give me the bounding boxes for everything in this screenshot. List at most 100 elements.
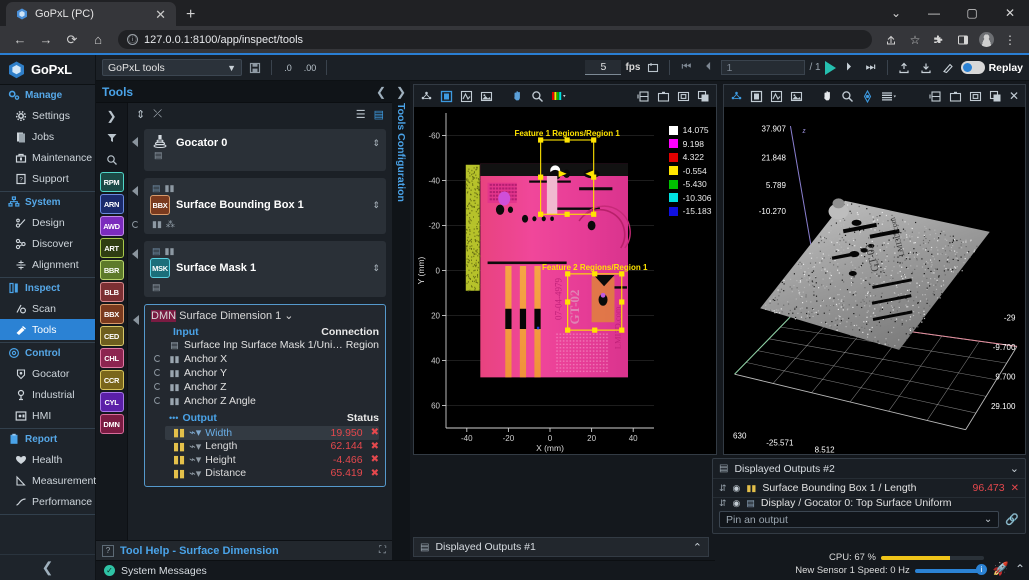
sidebar-item-support[interactable]: ? Support [0,168,95,189]
pin-icon[interactable]: ⇵ [719,483,727,494]
window-maximize-icon[interactable]: ▢ [953,0,991,26]
card-view-icon[interactable]: ▤ [374,108,384,121]
url-input[interactable]: ⓘ 127.0.0.1:8100/app/inspect/tools [118,30,872,49]
heightmap-icon[interactable] [440,90,453,103]
node-collapse-icon[interactable]: ⌄ [284,310,293,322]
link-icon[interactable]: 🔗 [1005,513,1019,526]
info-icon[interactable]: i [976,564,987,575]
tool-help-expand-icon[interactable]: ⛶ [379,545,386,556]
palette-chip-awd[interactable]: AWD [100,216,124,236]
back-icon[interactable]: ← [8,28,32,52]
profile-icon[interactable] [770,90,783,103]
filter-icon[interactable]: ⌁▾ [189,426,201,439]
loop-icon[interactable] [644,59,662,77]
sidebar-item-design[interactable]: Design [0,212,95,233]
decimal-0-icon[interactable]: .0 [279,59,297,77]
first-frame-icon[interactable]: ⏮ [677,59,695,77]
tool-node-surface-bounding-box[interactable]: ▤ ▮▮ BBX Surface Bounding Box 1 ⇕ [144,178,386,234]
viewer-3d-plot[interactable]: z37.90721.8485.789-10.270 GT-02LMI3D.com… [724,107,1026,454]
output-menu-icon[interactable]: ••• [169,413,178,423]
heightmap-icon[interactable] [750,90,763,103]
palette-chip-dmn[interactable]: DMN [100,414,124,434]
palette-chip-art[interactable]: ART [100,238,124,258]
sidebar-item-gocator[interactable]: Gocator [0,363,95,384]
tools-configuration-tab[interactable]: ❯ Tools Configuration [392,81,410,560]
tools-panel-collapse-icon[interactable]: ❮ [376,85,386,99]
fit-view-icon[interactable] [969,90,982,103]
palette-chip-cyl[interactable]: CYL [100,392,124,412]
window-minimize-icon[interactable]: — [915,0,953,26]
nav-collapse-button[interactable]: ❮ [0,554,95,580]
sidebar-item-measurements[interactable]: Measurements [0,470,95,491]
extensions-puzzle-icon[interactable] [928,29,950,51]
sidebar-item-scan[interactable]: Scan [0,298,95,319]
output-row-length[interactable]: ▮▮ ⌁▾ Length 62.144 ✖ [165,440,379,454]
sidebar-item-alignment[interactable]: Alignment [0,254,95,275]
avatar[interactable] [979,32,994,47]
output-list-item[interactable]: ⇵ ◉ ▮▮ Surface Bounding Box 1 / Length 9… [713,478,1025,497]
sidebar-item-tools[interactable]: Tools [0,319,95,340]
bookmark-star-icon[interactable]: ☆ [904,29,926,51]
tool-node-gocator[interactable]: Gocator 0 ⇕ ▤ [144,129,386,171]
displayed-outputs-2-header[interactable]: ▤ Displayed Outputs #2 ⌄ [713,459,1025,478]
site-info-icon[interactable]: ⓘ [127,34,138,45]
input-row-anchor-z-angle[interactable]: ▮▮ Anchor Z Angle [165,394,379,408]
duplicate-panel-icon[interactable] [697,90,710,103]
viewer-2d-plot[interactable]: 07-04-4979LMI3D.comGT-02-60-40-200204060… [414,107,716,454]
fit-view-icon[interactable] [677,90,690,103]
point-cloud-icon[interactable] [730,90,743,103]
duplicate-panel-icon[interactable] [989,90,1002,103]
split-view-icon[interactable] [637,90,650,103]
tools-configuration-expand-icon[interactable]: ❯ [396,85,406,99]
window-dropdown-icon[interactable]: ⌄ [877,0,915,26]
snapshot-icon[interactable] [657,90,670,103]
upload-icon[interactable] [895,59,913,77]
palette-chip-rpm[interactable]: RPM [100,172,124,192]
node-reorder-icon[interactable]: ⇕ [372,263,380,274]
displayed-outputs-1[interactable]: ▤ Displayed Outputs #1 ⌃ [413,537,709,557]
palette-expand-icon[interactable]: ❯ [101,106,123,126]
eye-icon[interactable]: ◉ [733,483,741,494]
colormap-icon[interactable] [551,90,567,103]
zoom-icon[interactable] [841,90,854,103]
profile-select[interactable]: GoPxL tools ▼ [102,59,242,76]
decimal-00-icon[interactable]: .00 [301,59,319,77]
browser-tab[interactable]: GoPxL (PC) ✕ [6,2,176,26]
orbit-icon[interactable] [861,90,874,103]
pin-icon[interactable]: ⇵ [719,498,727,509]
expand-status-icon[interactable]: ⌃ [1015,562,1025,576]
palette-chip-blb[interactable]: BLB [100,282,124,302]
filter-icon[interactable]: ⌁▾ [189,440,201,453]
expand-collapse-icon[interactable]: ⇕ [136,108,145,121]
palette-chip-bbx[interactable]: BBX [100,304,124,324]
input-row-anchor-z[interactable]: ▮▮ Anchor Z [165,380,379,394]
snapshot-icon[interactable] [949,90,962,103]
output-row-width[interactable]: ▮▮ ⌁▾ Width 19.950 ✖ [165,426,379,440]
input-row-surface-input[interactable]: ▤ Surface Input Surface Mask 1/Uni… Regi… [165,338,379,352]
sidebar-item-industrial[interactable]: Industrial [0,384,95,405]
output-row-distance[interactable]: ▮▮ ⌁▾ Distance 65.419 ✖ [165,467,379,481]
last-frame-icon[interactable]: ⏭ [862,59,880,77]
chevron-down-icon[interactable]: ⌄ [1010,462,1019,475]
point-cloud-icon[interactable] [420,90,433,103]
tool-help-bar[interactable]: ? Tool Help - Surface Dimension ⛶ [96,540,392,560]
play-button[interactable] [825,61,836,75]
share-icon[interactable] [880,29,902,51]
tab-close-icon[interactable]: ✕ [153,8,168,21]
sidebar-item-jobs[interactable]: Jobs [0,126,95,147]
pin-output-select[interactable]: Pin an output ⌄ [719,511,999,528]
filter-icon[interactable]: ⌁▾ [189,453,201,466]
fps-input[interactable] [585,60,621,75]
sidebar-item-performance[interactable]: Performance [0,491,95,512]
output-list-item[interactable]: ⇵ ◉ ▤ Display / Gocator 0: Top Surface U… [713,497,1025,508]
palette-chip-arn[interactable]: ARN [100,194,124,214]
menu-icon[interactable] [881,90,897,103]
replay-toggle[interactable] [961,61,985,74]
sidebar-item-maintenance[interactable]: Maintenance [0,147,95,168]
next-frame-icon[interactable]: ⏵ [840,59,858,77]
node-reorder-icon[interactable]: ⇕ [372,200,380,211]
profile-icon[interactable] [460,90,473,103]
frame-input[interactable] [721,60,805,75]
tool-node-surface-mask[interactable]: ▤ ▮▮ MSK Surface Mask 1 ⇕ [144,241,386,297]
erase-icon[interactable] [939,59,957,77]
